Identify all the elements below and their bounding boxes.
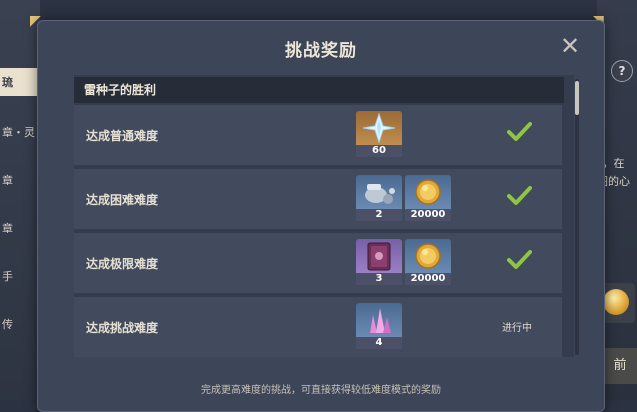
talent-book-icon <box>367 242 391 271</box>
help-icon[interactable]: ? <box>611 60 633 82</box>
mystic-enhancement-ore-icon <box>365 184 395 204</box>
reward-count: 2 <box>356 209 402 221</box>
primogem-icon <box>362 112 396 144</box>
reward-count: 20000 <box>405 209 451 221</box>
footer-note: 完成更高难度的挑战，可直接获得较低难度模式的奖励 <box>201 385 441 396</box>
reward-row: 达成困难难度 2 20000 <box>74 169 562 230</box>
crystal-icon <box>370 308 391 333</box>
difficulty-label: 达成困难难度 <box>86 193 159 207</box>
check-icon <box>507 122 532 141</box>
side-tab[interactable]: 手 <box>0 268 38 284</box>
reward-item[interactable]: 4 <box>356 303 402 349</box>
background-left-nav: 琉 章・灵 章 章 手 传 <box>0 0 40 400</box>
reward-count: 20000 <box>405 273 451 285</box>
check-icon <box>507 186 532 205</box>
reward-count: 3 <box>356 273 402 285</box>
reward-count: 4 <box>356 337 402 349</box>
mora-coin-icon <box>415 179 441 205</box>
side-tab[interactable]: 章・灵 <box>0 124 38 140</box>
side-tab-active[interactable]: 琉 <box>0 68 40 96</box>
challenge-rewards-dialog: 挑战奖励 ✕ 雷种子的胜利 达成普通难度 60 达成困难难度 2 20000 达… <box>37 20 605 412</box>
reward-item[interactable]: 20000 <box>405 175 451 221</box>
reward-item[interactable]: 20000 <box>405 239 451 285</box>
scrollbar-thumb[interactable] <box>575 81 579 115</box>
side-tab[interactable]: 传 <box>0 316 38 332</box>
background-button[interactable]: 前 <box>603 348 637 384</box>
difficulty-label: 达成普通难度 <box>86 129 159 143</box>
reward-row: 达成挑战难度 4 进行中 <box>74 297 562 357</box>
close-button[interactable]: ✕ <box>558 34 582 58</box>
section-title: 雷种子的胜利 <box>74 77 564 103</box>
side-tab[interactable]: 章 <box>0 172 38 188</box>
reward-row: 达成普通难度 60 <box>74 105 562 166</box>
reward-item[interactable]: 3 <box>356 239 402 285</box>
reward-count: 60 <box>356 145 402 157</box>
check-icon <box>507 250 532 269</box>
dialog-title: 挑战奖励 <box>285 41 357 61</box>
side-tab[interactable]: 章 <box>0 220 38 236</box>
difficulty-label: 达成极限难度 <box>86 257 159 271</box>
status-in-progress: 进行中 <box>502 323 532 334</box>
difficulty-label: 达成挑战难度 <box>86 321 159 335</box>
rewards-list: 雷种子的胜利 达成普通难度 60 达成困难难度 2 20000 达成极限难度 3… <box>74 75 574 357</box>
reward-item[interactable]: 60 <box>356 111 402 157</box>
reward-item[interactable]: 2 <box>356 175 402 221</box>
scrollbar-track[interactable] <box>575 79 579 355</box>
reward-row: 达成极限难度 3 20000 <box>74 233 562 294</box>
mora-coin-icon <box>415 243 441 269</box>
